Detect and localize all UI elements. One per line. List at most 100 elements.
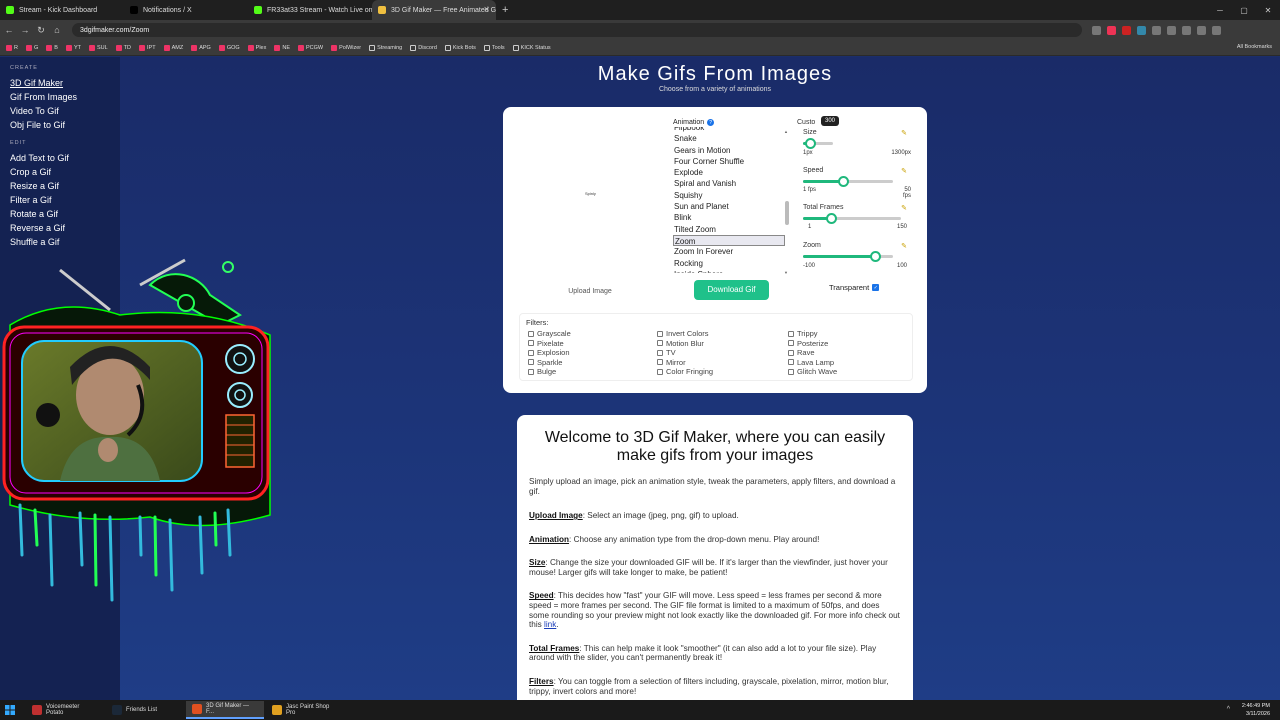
filter-option[interactable]: Lava Lamp [788,358,837,368]
bookmark-item[interactable]: PCGW [298,44,323,51]
download-gif-button[interactable]: Download Gif [694,280,769,300]
filter-option[interactable]: Pixelate [528,339,571,349]
sidebar-link[interactable]: Obj File to Gif [0,118,120,132]
speed-slider[interactable] [803,176,893,187]
extension-icon[interactable] [1182,25,1191,35]
menu-icon[interactable] [1212,25,1221,35]
filter-checkbox[interactable] [788,349,794,356]
reload-icon[interactable]: ↻ [34,25,48,36]
filter-checkbox[interactable] [788,359,794,366]
browser-tab[interactable]: 3D Gif Maker — Free Animated Gif ✕ [372,0,496,20]
help-icon[interactable]: ? [707,119,715,126]
bookmark-page-icon[interactable]: ⌂ [50,25,64,35]
filter-option[interactable]: Mirror [657,358,713,368]
browser-tab[interactable]: Notifications / X [124,0,248,20]
edit-speed-icon[interactable]: ✎ [901,167,907,175]
animation-option[interactable]: Gears in Motion [673,145,785,156]
sidebar-link[interactable]: Crop a Gif [0,165,120,179]
transparent-toggle[interactable]: Transparent ✓ [829,283,880,292]
filter-option[interactable]: TV [657,348,713,358]
bookmark-item[interactable]: AMZ [163,44,183,51]
filter-checkbox[interactable] [657,359,663,366]
sidebar-link[interactable]: Add Text to Gif [0,151,120,165]
bookmark-item[interactable]: YT [65,44,81,51]
filter-checkbox[interactable] [788,340,794,347]
scroll-down-icon[interactable]: ▼ [784,270,788,275]
back-icon[interactable]: ← [2,25,16,35]
taskbar-app[interactable]: Friends List [106,701,184,719]
close-window-icon[interactable]: ✕ [1256,0,1280,20]
edit-frames-icon[interactable]: ✎ [901,204,907,212]
extension-icon[interactable] [1092,25,1101,35]
filter-checkbox[interactable] [528,359,534,366]
bookmark-item[interactable]: Plex [247,44,266,51]
filter-checkbox[interactable] [657,340,663,347]
animation-option[interactable]: Inside Sphere [673,269,785,273]
size-slider[interactable] [803,138,833,149]
windows-start-icon[interactable] [0,700,20,720]
scroll-up-icon[interactable]: ▲ [784,129,788,134]
filter-option[interactable]: Color Fringing [657,367,713,377]
sidebar-link[interactable]: Shuffle a Gif [0,235,120,249]
all-bookmarks-link[interactable]: All Bookmarks [1237,44,1272,50]
filter-option[interactable]: Trippy [788,329,837,339]
browser-tab[interactable]: FR33at33 Stream - Watch Live on Kick [248,0,372,20]
scroll-thumb[interactable] [785,201,789,225]
size-slider-knob[interactable] [804,138,816,149]
filter-option[interactable]: Sparkle [528,358,571,368]
sidebar-link[interactable]: Resize a Gif [0,179,120,193]
animation-option[interactable]: Four Corner Shuffle [673,156,785,167]
taskbar-app[interactable]: Jasc Paint Shop Pro [266,701,344,719]
filter-checkbox[interactable] [528,330,534,337]
animation-option[interactable]: Snake [673,133,785,144]
frames-slider[interactable] [803,213,901,224]
filter-option[interactable]: Rave [788,348,837,358]
sidebar-link[interactable]: 3D Gif Maker [0,76,120,90]
zoom-slider[interactable] [803,251,893,262]
animation-option[interactable]: Spiral and Vanish [673,178,785,189]
filter-checkbox[interactable] [528,368,534,375]
extension-icon[interactable] [1152,25,1161,35]
edit-zoom-icon[interactable]: ✎ [901,242,907,250]
bookmark-item[interactable]: APG [191,44,211,51]
extension-icon[interactable] [1137,25,1146,35]
bookmark-item[interactable]: Discord [410,44,437,51]
sidebar-link[interactable]: Video To Gif [0,104,120,118]
bookmark-item[interactable]: G [25,44,38,51]
extension-icon[interactable] [1107,25,1116,35]
animation-option[interactable]: Squishy [673,190,785,201]
filter-option[interactable]: Glitch Wave [788,367,837,377]
frames-slider-knob[interactable] [826,213,838,224]
extension-icon[interactable] [1122,25,1131,35]
bookmark-item[interactable]: TD [115,44,131,51]
filter-option[interactable]: Explosion [528,348,571,358]
forward-icon[interactable]: → [18,25,32,35]
animation-option[interactable]: Blink [673,212,785,223]
bookmark-item[interactable]: SUL [88,44,108,51]
animation-option[interactable]: Zoom In Forever [673,246,785,257]
bookmark-item[interactable]: Kick Bots [444,44,476,51]
sidebar-link[interactable]: Filter a Gif [0,193,120,207]
taskbar-app[interactable]: 3D Gif Maker — F... [186,701,264,719]
filter-checkbox[interactable] [657,368,663,375]
animation-option[interactable]: Sun and Planet [673,201,785,212]
transparent-checkbox[interactable]: ✓ [872,284,880,291]
bookmark-item[interactable]: GOG [218,44,240,51]
filter-option[interactable]: Grayscale [528,329,571,339]
filter-option[interactable]: Motion Blur [657,339,713,349]
browser-tab[interactable]: Stream - Kick Dashboard [0,0,124,20]
filter-checkbox[interactable] [657,349,663,356]
animation-option[interactable]: Zoom [673,234,785,247]
bookmark-item[interactable]: IPT [139,44,156,51]
speed-slider-knob[interactable] [837,176,849,187]
extension-icon[interactable] [1167,25,1176,35]
taskbar-clock[interactable]: 2:46:49 PM 3/11/2026 [1242,702,1270,718]
bookmark-item[interactable]: B [46,44,58,51]
sidebar-link[interactable]: Reverse a Gif [0,221,120,235]
animation-option[interactable]: Rocking [673,258,785,269]
sidebar-link[interactable]: Gif From Images [0,90,120,104]
bookmark-item[interactable]: Tools [483,44,505,51]
filter-checkbox[interactable] [528,340,534,347]
filter-checkbox[interactable] [657,330,663,337]
animation-list-scrollbar[interactable]: ▲ ▼ [784,129,790,275]
